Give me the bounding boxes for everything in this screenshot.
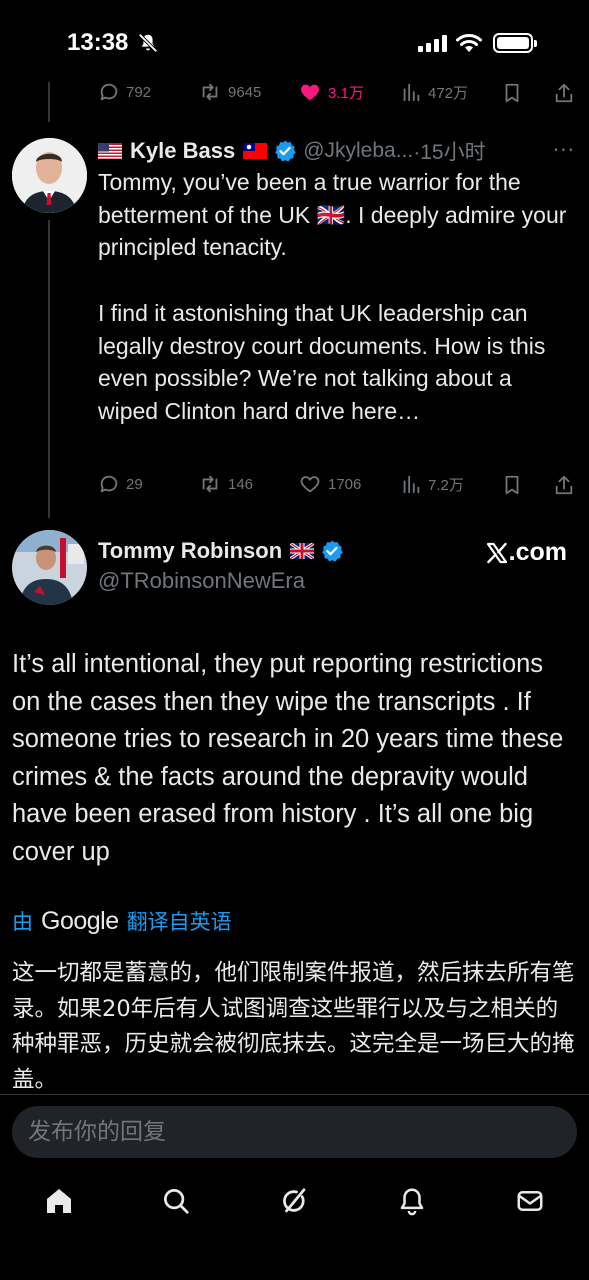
thread-line-reply — [48, 220, 50, 518]
messages-icon — [517, 1191, 543, 1211]
silent-bell-icon — [138, 33, 158, 53]
previous-tweet-actions: 792 9645 3.1万 472万 — [98, 81, 578, 105]
x-logo-icon — [486, 542, 507, 563]
grok-icon — [283, 1188, 306, 1213]
tommy-robinson-photo — [12, 530, 87, 605]
reply-author-name[interactable]: Kyle Bass — [130, 138, 235, 164]
tab-notifications[interactable] — [392, 1176, 432, 1226]
reply-input[interactable] — [12, 1106, 577, 1158]
tab-home[interactable] — [39, 1176, 79, 1226]
like-count: 3.1万 — [328, 84, 364, 102]
reply-tweet-text: Tommy, you’ve been a true warrior for th… — [98, 169, 567, 424]
tab-messages[interactable] — [510, 1176, 550, 1226]
bookmark-icon[interactable] — [501, 473, 523, 497]
share-icon[interactable] — [553, 473, 575, 497]
status-bar: 13:38 — [0, 0, 589, 82]
status-time: 13:38 — [67, 29, 129, 56]
reply-time: ·15小时 — [413, 141, 486, 164]
reply-action[interactable]: 29 — [98, 473, 143, 495]
heart-outline-icon — [300, 476, 320, 493]
reply-tweet-actions: 29 146 1706 7.2万 — [98, 473, 578, 497]
views-count: 7.2万 — [428, 476, 464, 494]
repost-count: 146 — [228, 475, 254, 493]
reply-count: 792 — [126, 83, 152, 101]
translated-text: 这一切都是蓄意的，他们限制案件报道，然后抹去所有笔录。如果20年后有人试图调查这… — [12, 960, 575, 1093]
x-com-source: .com — [485, 538, 567, 567]
reply-author-handle[interactable]: @Jkyleba... — [303, 139, 413, 163]
main-author-handle[interactable]: @TRobinsonNewEra — [98, 568, 305, 594]
avatar-kyle-bass[interactable] — [12, 138, 87, 213]
like-action[interactable]: 3.1万 — [298, 81, 364, 103]
repost-icon — [202, 83, 218, 101]
cellular-signal-icon — [418, 34, 447, 52]
reply-icon — [100, 83, 118, 101]
views-count: 472万 — [428, 84, 469, 102]
like-action[interactable]: 1706 — [298, 473, 361, 495]
repost-icon — [202, 475, 218, 493]
heart-filled-icon — [301, 84, 319, 101]
reply-icon — [100, 475, 118, 493]
tab-grok[interactable] — [274, 1176, 314, 1226]
like-count: 1706 — [328, 475, 362, 493]
divider — [0, 1094, 589, 1095]
views-icon — [403, 83, 420, 102]
battery-icon — [493, 33, 537, 53]
us-flag-icon — [98, 143, 122, 159]
taiwan-flag-icon — [243, 143, 268, 159]
thread-line-top — [48, 82, 50, 122]
kyle-bass-photo — [12, 138, 87, 213]
verified-badge-icon — [322, 540, 343, 562]
more-options-icon[interactable]: ··· — [553, 138, 575, 162]
repost-action[interactable]: 9645 — [198, 81, 261, 103]
views-action[interactable]: 7.2万 — [400, 473, 464, 495]
bottom-tab-bar — [0, 1176, 589, 1226]
translate-prefix: 由 — [12, 910, 33, 934]
main-author-name[interactable]: Tommy Robinson — [98, 538, 282, 564]
uk-flag-icon — [290, 543, 315, 559]
wifi-icon — [456, 34, 482, 52]
home-icon — [47, 1189, 71, 1213]
search-icon — [164, 1189, 189, 1214]
google-logo-text: Google — [41, 906, 119, 935]
repost-action[interactable]: 146 — [198, 473, 253, 495]
repost-count: 9645 — [228, 83, 262, 101]
reply-action[interactable]: 792 — [98, 81, 151, 103]
notifications-icon — [400, 1188, 424, 1216]
main-tweet-header: Tommy Robinson — [98, 538, 350, 564]
tab-search[interactable] — [156, 1176, 196, 1226]
translate-suffix: 翻译自英语 — [126, 910, 232, 934]
translation-attribution[interactable]: 由 Google 翻译自英语 — [12, 906, 232, 936]
reply-count: 29 — [126, 475, 143, 493]
avatar-tommy-robinson[interactable] — [12, 530, 87, 605]
bookmark-icon[interactable] — [501, 81, 523, 105]
share-icon[interactable] — [553, 81, 575, 105]
verified-badge-icon — [275, 140, 296, 162]
main-tweet-text: It’s all intentional, they put reporting… — [12, 650, 564, 866]
reply-composer[interactable] — [12, 1106, 577, 1158]
x-com-label: .com — [508, 538, 567, 566]
views-action[interactable]: 472万 — [400, 81, 468, 103]
reply-tweet-header: Kyle Bass @Jkyleba... ·15小时 — [98, 136, 578, 166]
views-icon — [403, 475, 420, 494]
